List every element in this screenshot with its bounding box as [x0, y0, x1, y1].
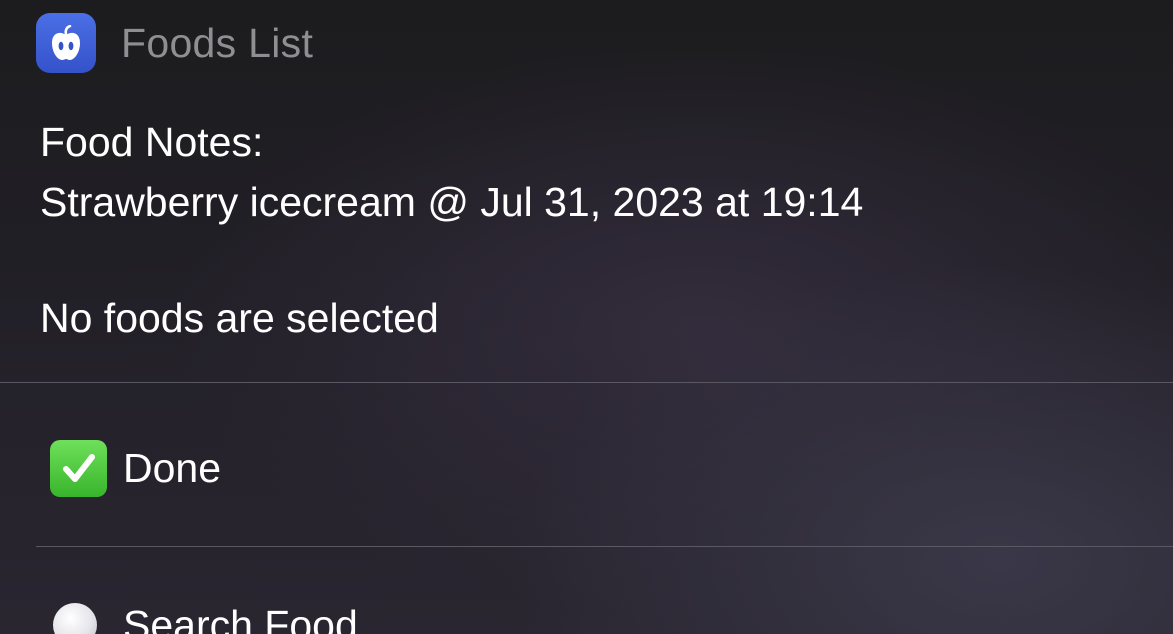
- food-notes-value: Strawberry icecream @ Jul 31, 2023 at 19…: [40, 179, 864, 225]
- done-option[interactable]: Done: [50, 438, 221, 498]
- divider: [36, 546, 1173, 547]
- food-notes: Food Notes: Strawberry icecream @ Jul 31…: [40, 112, 863, 232]
- header: Foods List: [36, 13, 313, 73]
- checkmark-icon: [50, 439, 107, 497]
- selection-status: No foods are selected: [40, 295, 439, 341]
- divider: [0, 382, 1173, 383]
- radio-icon: [53, 603, 97, 634]
- search-food-option[interactable]: Search Food: [50, 595, 358, 634]
- done-label: Done: [123, 444, 222, 491]
- app-icon[interactable]: [36, 13, 96, 73]
- app-title: Foods List: [121, 19, 314, 66]
- food-notes-label: Food Notes:: [40, 119, 264, 165]
- apple-icon: [52, 25, 80, 60]
- search-food-label: Search Food: [123, 601, 358, 634]
